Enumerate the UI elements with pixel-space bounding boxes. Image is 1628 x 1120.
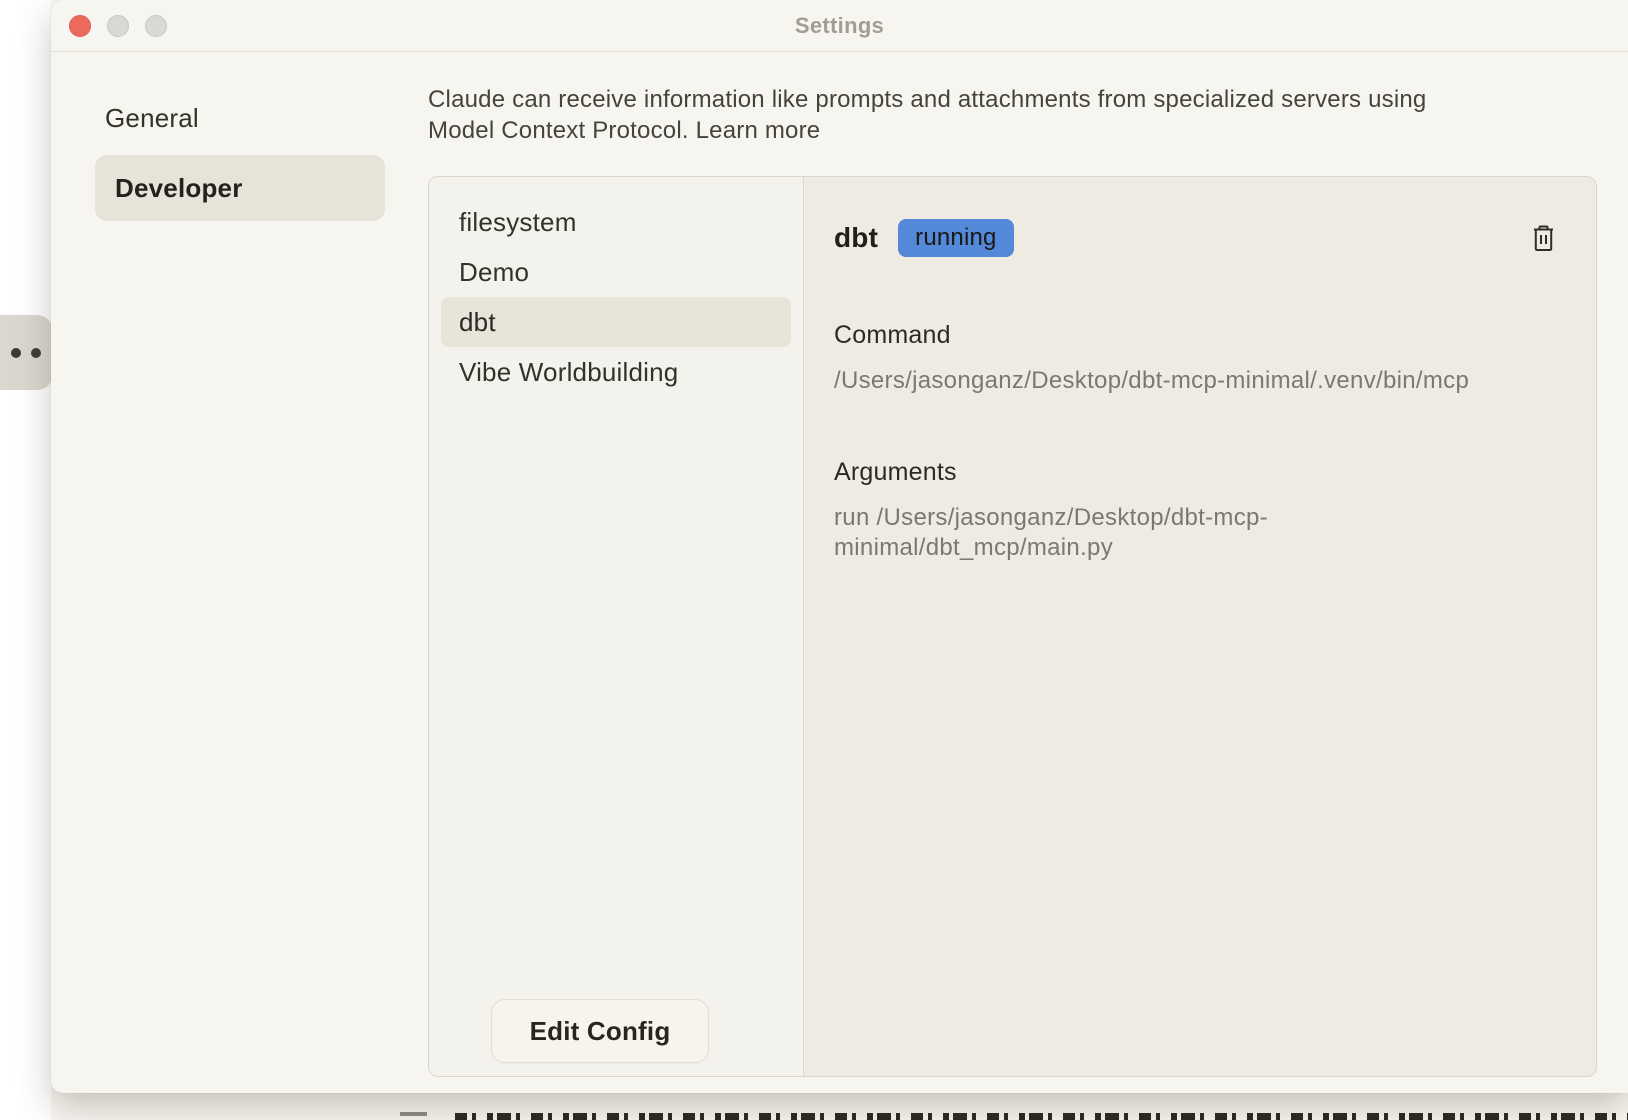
server-detail-pane: dbt running Command /Users/jasonganz/Des… xyxy=(804,177,1596,1076)
mcp-description: Claude can receive information like prom… xyxy=(428,84,1448,146)
trash-icon xyxy=(1530,224,1557,253)
maximize-button[interactable] xyxy=(145,15,167,37)
handle-dot-icon xyxy=(11,348,21,358)
server-list: filesystem Demo dbt Vibe Worldbuilding xyxy=(429,177,803,397)
mcp-servers-panel: filesystem Demo dbt Vibe Worldbuilding E… xyxy=(428,176,1597,1077)
command-label: Command xyxy=(834,321,1560,350)
edit-config-button[interactable]: Edit Config xyxy=(491,999,709,1063)
close-button[interactable] xyxy=(69,15,91,37)
arguments-label: Arguments xyxy=(834,458,1560,487)
clipped-text-strip xyxy=(455,1113,1628,1120)
background-sidebar-handle[interactable] xyxy=(0,315,53,390)
sidebar-item-general[interactable]: General xyxy=(105,103,199,134)
server-item-demo[interactable]: Demo xyxy=(429,247,803,297)
titlebar[interactable]: Settings xyxy=(51,0,1628,52)
traffic-lights xyxy=(69,15,167,37)
server-item-filesystem[interactable]: filesystem xyxy=(429,197,803,247)
background-window-edge xyxy=(0,0,51,1120)
minimize-button[interactable] xyxy=(107,15,129,37)
clipped-divider xyxy=(400,1112,427,1116)
handle-dot-icon xyxy=(31,348,41,358)
delete-server-button[interactable] xyxy=(1526,221,1560,255)
server-item-dbt[interactable]: dbt xyxy=(441,297,791,347)
learn-more-link[interactable]: Learn more xyxy=(696,117,821,144)
server-item-vibe-worldbuilding[interactable]: Vibe Worldbuilding xyxy=(429,347,803,397)
window-title: Settings xyxy=(795,13,884,39)
description-text: Claude can receive information like prom… xyxy=(428,86,1426,144)
arguments-value: run /Users/jasonganz/Desktop/dbt-mcp-min… xyxy=(834,503,1304,563)
server-detail-header: dbt running xyxy=(834,219,1560,257)
status-badge: running xyxy=(898,219,1013,257)
command-value: /Users/jasonganz/Desktop/dbt-mcp-minimal… xyxy=(834,366,1560,396)
sidebar-item-developer[interactable]: Developer xyxy=(95,155,385,221)
server-list-column: filesystem Demo dbt Vibe Worldbuilding E… xyxy=(429,177,804,1076)
server-name: dbt xyxy=(834,222,878,254)
settings-window: Settings General Developer Claude can re… xyxy=(51,0,1628,1093)
